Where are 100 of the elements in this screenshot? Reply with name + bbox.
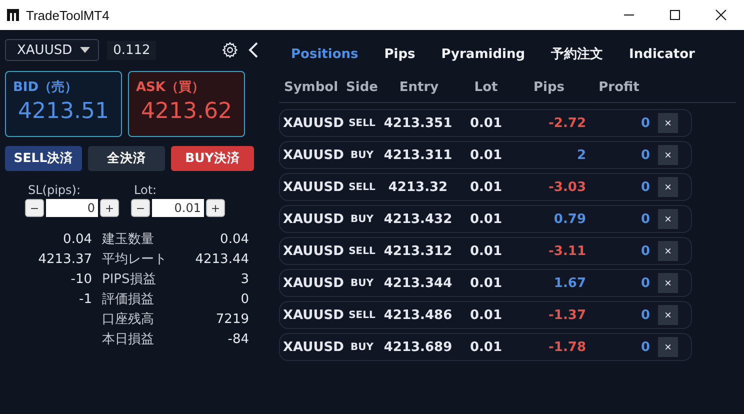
- sell-close-button[interactable]: SELL決済: [5, 146, 82, 171]
- close-position-button[interactable]: ×: [658, 273, 678, 293]
- column-header: Symbol: [282, 80, 340, 94]
- app-icon: [6, 8, 20, 22]
- position-row[interactable]: XAUUSD SELL 4213.312 0.01 -3.11 0 ×: [279, 237, 692, 265]
- all-close-button[interactable]: 全決済: [88, 146, 165, 171]
- bid-label: BID（売）: [13, 79, 79, 96]
- position-row[interactable]: XAUUSD BUY 4213.432 0.01 0.79 0 ×: [279, 205, 692, 233]
- number-field[interactable]: 0.01: [152, 199, 204, 217]
- pips-cell-text: -3.03: [548, 180, 586, 194]
- close-position-button[interactable]: ×: [658, 337, 678, 357]
- symbol-cell-text: XAUUSD: [282, 180, 344, 194]
- pips-cell-text: -1.37: [548, 308, 586, 322]
- side-cell-text: SELL: [348, 118, 376, 128]
- side-cell-text: SELL: [348, 310, 376, 320]
- stat-value: 4213.44: [194, 251, 249, 269]
- tab[interactable]: Pips: [376, 46, 424, 62]
- entry-cell-text: 4213.311: [382, 148, 454, 162]
- close-position-button[interactable]: ×: [658, 113, 678, 133]
- profit-cell-text: 0: [640, 148, 650, 162]
- buy-close-button[interactable]: BUY決済: [171, 146, 254, 171]
- side-cell-text: BUY: [350, 278, 374, 288]
- entry-cell-text: 4213.32: [387, 180, 449, 194]
- profit-cell-text: 0: [640, 244, 650, 258]
- stat-label: 評価損益: [101, 291, 155, 309]
- increment-button[interactable]: +: [206, 199, 225, 217]
- close-position-button[interactable]: ×: [658, 241, 678, 261]
- side-cell-text: SELL: [348, 182, 376, 192]
- stat-value: 4213.37: [37, 251, 92, 269]
- lot-cell-text: 0.01: [468, 212, 504, 226]
- position-row[interactable]: XAUUSD SELL 4213.486 0.01 -1.37 0 ×: [279, 301, 692, 329]
- close-position-button[interactable]: ×: [658, 177, 678, 197]
- stat-label: 本日損益: [101, 331, 155, 349]
- chevron-left-icon[interactable]: [247, 41, 259, 59]
- field-label: Lot:: [134, 183, 158, 197]
- entry-cell-text: 4213.689: [382, 340, 454, 354]
- lot-cell-text: 0.01: [468, 244, 504, 258]
- pips-cell-text: 2: [576, 148, 586, 162]
- pips-cell-text: -3.11: [548, 244, 586, 258]
- stat-value: 7219: [214, 311, 249, 329]
- side-cell-text: SELL: [348, 246, 376, 256]
- profit-cell-text: 0: [640, 212, 650, 226]
- close-position-button[interactable]: ×: [658, 305, 678, 325]
- column-header: Pips: [532, 80, 566, 94]
- position-row[interactable]: XAUUSD SELL 4213.351 0.01 -2.72 0 ×: [279, 109, 692, 137]
- symbol-cell-text: XAUUSD: [282, 340, 344, 354]
- field-label: SL(pips):: [28, 183, 82, 197]
- stat-label: 口座残高: [101, 311, 155, 329]
- ask-price: 4213.62: [140, 99, 233, 124]
- symbol-cell-text: XAUUSD: [282, 148, 344, 162]
- entry-cell-text: 4213.432: [382, 212, 454, 226]
- pips-cell-text: 0.79: [552, 212, 586, 226]
- tab[interactable]: Indicator: [621, 46, 703, 62]
- stat-value: 0.04: [219, 231, 249, 249]
- decrement-button[interactable]: −: [25, 199, 44, 217]
- symbol-cell-text: XAUUSD: [282, 212, 344, 226]
- close-position-button[interactable]: ×: [658, 209, 678, 229]
- stat-value: 0.04: [62, 231, 92, 249]
- entry-cell-text: 4213.351: [382, 116, 454, 130]
- stat-value: 3: [240, 271, 249, 289]
- position-row[interactable]: XAUUSD BUY 4213.344 0.01 1.67 0 ×: [279, 269, 692, 297]
- stat-value: -1: [78, 291, 92, 309]
- lot-cell-text: 0.01: [468, 180, 504, 194]
- symbol-dropdown[interactable]: XAUUSD: [5, 39, 100, 61]
- entry-cell-text: 4213.312: [382, 244, 454, 258]
- lot-cell-text: 0.01: [468, 308, 504, 322]
- decrement-button[interactable]: −: [131, 199, 150, 217]
- window-title: TradeToolMT4: [26, 8, 110, 22]
- tab[interactable]: Positions: [283, 46, 366, 62]
- entry-cell-text: 4213.344: [382, 276, 454, 290]
- column-header: Side: [345, 80, 379, 94]
- stat-label: 平均レート: [101, 251, 168, 269]
- tab[interactable]: 予約注文: [543, 45, 612, 63]
- profit-cell-text: 0: [640, 116, 650, 130]
- stat-value: 0: [240, 291, 249, 309]
- symbol-cell-text: XAUUSD: [282, 276, 344, 290]
- number-field[interactable]: 0: [46, 199, 98, 217]
- column-header: Lot: [473, 80, 499, 94]
- ask-label: ASK（買）: [136, 79, 206, 96]
- symbol-cell-text: XAUUSD: [282, 116, 344, 130]
- profit-cell-text: 0: [640, 308, 650, 322]
- position-row[interactable]: XAUUSD SELL 4213.32 0.01 -3.03 0 ×: [279, 173, 692, 201]
- position-row[interactable]: XAUUSD BUY 4213.689 0.01 -1.78 0 ×: [279, 333, 692, 361]
- close-position-button[interactable]: ×: [658, 145, 678, 165]
- stat-value: -10: [70, 271, 92, 289]
- lot-cell-text: 0.01: [468, 276, 504, 290]
- settings-icon[interactable]: [221, 41, 239, 59]
- tab[interactable]: Pyramiding: [433, 46, 534, 62]
- side-cell-text: BUY: [350, 342, 374, 352]
- profit-cell-text: 0: [640, 276, 650, 290]
- symbol-cell-text: XAUUSD: [282, 308, 344, 322]
- side-cell-text: BUY: [350, 214, 374, 224]
- position-row[interactable]: XAUUSD BUY 4213.311 0.01 2 0 ×: [279, 141, 692, 169]
- side-cell-text: BUY: [350, 150, 374, 160]
- increment-button[interactable]: +: [100, 199, 119, 217]
- stat-value: -84: [226, 331, 249, 349]
- spread-value: 0.112: [107, 40, 156, 60]
- profit-cell-text: 0: [640, 180, 650, 194]
- pips-cell-text: 1.67: [552, 276, 586, 290]
- stat-label: 建玉数量: [101, 231, 155, 249]
